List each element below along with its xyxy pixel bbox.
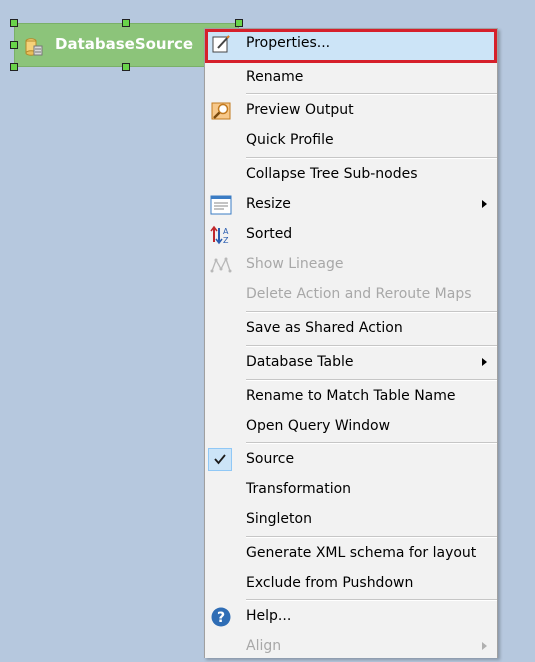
magnifier-icon	[211, 102, 231, 120]
menu-item-collapse-tree-sub-nodes[interactable]: Collapse Tree Sub-nodes	[205, 160, 497, 190]
menu-item-open-query-window[interactable]: Open Query Window	[205, 412, 497, 442]
menu-separator	[246, 93, 497, 95]
resize-handle-ne[interactable]	[235, 19, 243, 27]
resize-handle-sw[interactable]	[10, 63, 18, 71]
resize-handle-s[interactable]	[122, 63, 130, 71]
menu-item-source[interactable]: Source	[205, 445, 497, 475]
menu-item-label: Preview Output	[246, 102, 354, 118]
menu-separator	[246, 442, 497, 444]
help-icon: ?	[211, 607, 231, 627]
menu-item-singleton[interactable]: Singleton	[205, 505, 497, 535]
menu-item-label: Exclude from Pushdown	[246, 575, 414, 591]
menu-separator	[246, 599, 497, 601]
menu-item-label: Resize	[246, 196, 291, 212]
checkmark-icon	[214, 454, 226, 465]
menu-separator	[246, 311, 497, 313]
menu-item-resize[interactable]: Resize	[205, 190, 497, 220]
context-menu: Properties... Rename Preview Output Quic…	[204, 28, 498, 658]
menu-separator	[246, 379, 497, 381]
menu-item-save-as-shared-action[interactable]: Save as Shared Action	[205, 314, 497, 344]
submenu-arrow-icon	[482, 642, 487, 650]
menu-item-label: Sorted	[246, 226, 293, 242]
menu-separator	[246, 157, 497, 159]
lineage-icon	[210, 257, 232, 273]
menu-item-label: Source	[246, 451, 295, 467]
svg-text:A: A	[223, 227, 229, 236]
menu-separator	[246, 345, 497, 347]
node-label: DatabaseSource	[55, 35, 194, 53]
menu-item-label: Rename	[246, 69, 304, 85]
menu-item-rename[interactable]: Rename	[205, 63, 497, 93]
checked-indicator	[208, 448, 232, 471]
menu-item-database-table[interactable]: Database Table	[205, 348, 497, 378]
svg-text:Z: Z	[223, 236, 229, 245]
menu-item-label: Properties...	[246, 35, 331, 51]
menu-item-label: Database Table	[246, 354, 354, 370]
menu-item-transformation[interactable]: Transformation	[205, 475, 497, 505]
pencil-note-icon	[212, 35, 230, 53]
menu-item-label: Generate XML schema for layout	[246, 545, 477, 561]
menu-item-rename-to-match-table-name[interactable]: Rename to Match Table Name	[205, 382, 497, 412]
sort-az-icon: A Z	[210, 225, 229, 245]
submenu-arrow-icon	[482, 200, 487, 208]
menu-item-label: Rename to Match Table Name	[246, 388, 456, 404]
menu-separator	[246, 536, 497, 538]
menu-item-exclude-from-pushdown[interactable]: Exclude from Pushdown	[205, 569, 497, 599]
menu-item-label: Save as Shared Action	[246, 320, 403, 336]
menu-item-quick-profile[interactable]: Quick Profile	[205, 126, 497, 156]
menu-item-sorted[interactable]: A Z Sorted	[205, 220, 497, 250]
menu-item-generate-xml-schema[interactable]: Generate XML schema for layout	[205, 539, 497, 569]
menu-item-preview-output[interactable]: Preview Output	[205, 96, 497, 126]
resize-list-icon	[210, 195, 232, 215]
menu-item-delete-action-and-reroute-maps[interactable]: Delete Action and Reroute Maps	[205, 280, 497, 310]
menu-item-label: Open Query Window	[246, 418, 391, 434]
menu-item-properties[interactable]: Properties...	[205, 29, 497, 63]
menu-item-label: Align	[246, 638, 282, 654]
resize-handle-w[interactable]	[10, 41, 18, 49]
resize-handle-n[interactable]	[122, 19, 130, 27]
menu-item-label: Delete Action and Reroute Maps	[246, 286, 472, 302]
menu-item-label: Help...	[246, 608, 292, 624]
menu-item-show-lineage[interactable]: Show Lineage	[205, 250, 497, 280]
menu-item-label: Quick Profile	[246, 132, 334, 148]
menu-item-label: Collapse Tree Sub-nodes	[246, 166, 418, 182]
menu-item-label: Singleton	[246, 511, 312, 527]
menu-item-label: Show Lineage	[246, 256, 344, 272]
menu-item-help[interactable]: ? Help...	[205, 602, 497, 632]
resize-handle-nw[interactable]	[10, 19, 18, 27]
menu-item-label: Transformation	[246, 481, 352, 497]
submenu-arrow-icon	[482, 358, 487, 366]
svg-text:?: ?	[217, 610, 225, 626]
database-icon	[25, 38, 43, 56]
